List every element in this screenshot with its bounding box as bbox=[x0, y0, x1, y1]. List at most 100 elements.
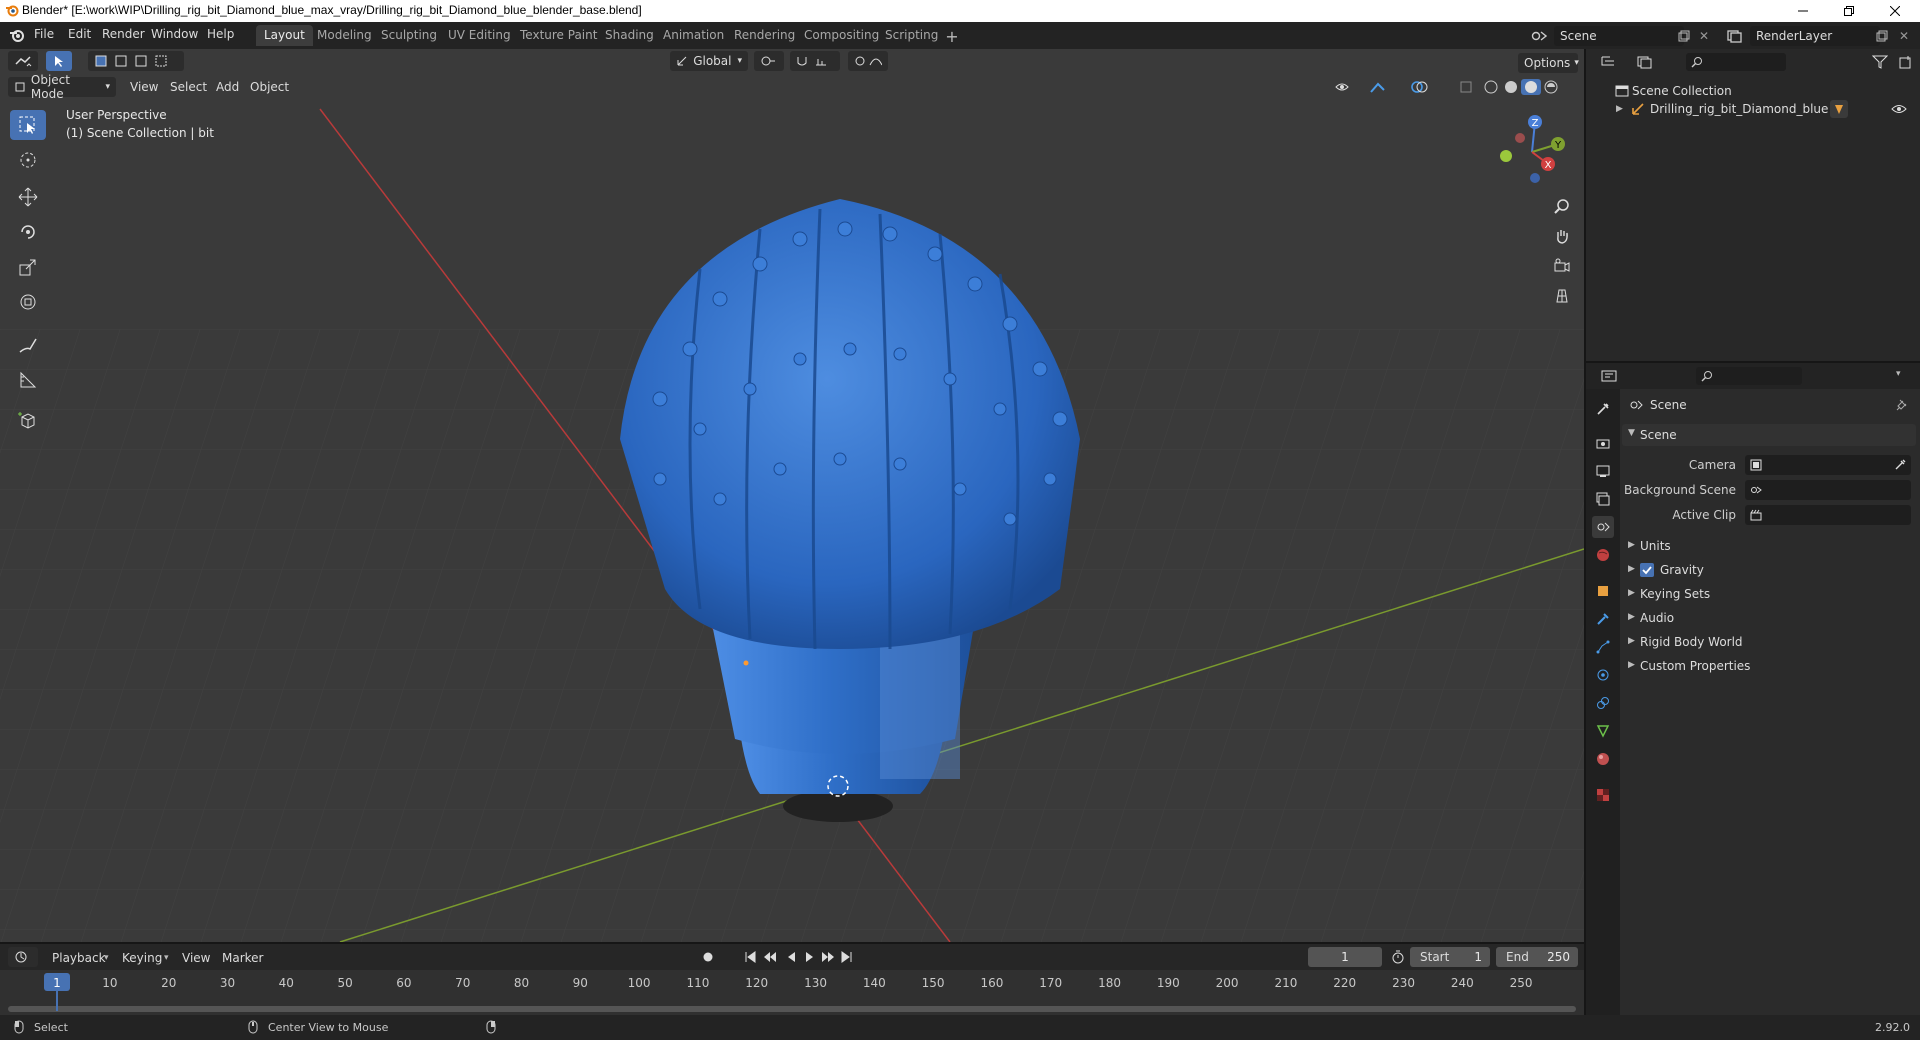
active-clip-field[interactable] bbox=[1745, 505, 1911, 525]
viewport-menu-view[interactable]: View bbox=[130, 80, 158, 94]
new-collection-icon[interactable] bbox=[1896, 53, 1916, 71]
new-scene-icon[interactable] bbox=[1676, 28, 1692, 44]
visibility-toggle-icon[interactable] bbox=[1330, 78, 1360, 96]
menu-file[interactable]: File bbox=[34, 27, 54, 41]
view-layer-tab-icon[interactable] bbox=[1592, 488, 1614, 510]
cursor-tool[interactable] bbox=[10, 145, 46, 175]
options-dropdown[interactable]: Options ▾ bbox=[1518, 53, 1579, 73]
outliner-editor-type-icon[interactable] bbox=[1594, 53, 1624, 71]
record-icon[interactable] bbox=[700, 949, 716, 965]
measure-tool[interactable] bbox=[10, 365, 46, 395]
add-cube-tool[interactable] bbox=[10, 405, 46, 435]
visibility-eye-icon[interactable] bbox=[1890, 100, 1908, 118]
viewport-menu-select[interactable]: Select bbox=[170, 80, 207, 94]
scale-tool[interactable] bbox=[10, 252, 46, 282]
viewport-menu-object[interactable]: Object bbox=[250, 80, 289, 94]
scene-icon[interactable] bbox=[1526, 27, 1552, 45]
scene-tab-icon[interactable] bbox=[1592, 516, 1614, 538]
outliner-scene-collection[interactable]: Scene Collection bbox=[1632, 84, 1732, 98]
tab-texture-paint[interactable]: Texture Paint bbox=[512, 25, 605, 46]
perspective-toggle-icon[interactable] bbox=[1552, 286, 1572, 306]
proportional-editing-button[interactable] bbox=[848, 51, 888, 71]
tab-modeling[interactable]: Modeling bbox=[309, 25, 380, 46]
menu-window[interactable]: Window bbox=[151, 27, 198, 41]
tab-shading[interactable]: Shading bbox=[597, 25, 662, 46]
chevron-down-icon[interactable]: ▾ bbox=[1896, 369, 1901, 379]
timeline-menu-keying[interactable]: Keying bbox=[122, 951, 162, 965]
object-data-icon[interactable] bbox=[1830, 100, 1848, 118]
annotate-tool[interactable] bbox=[10, 330, 46, 360]
tab-scripting[interactable]: Scripting bbox=[877, 25, 946, 46]
zoom-icon[interactable] bbox=[1552, 196, 1572, 216]
timeline-menu-playback[interactable]: Playback bbox=[52, 951, 106, 965]
transform-tool[interactable] bbox=[10, 287, 46, 317]
physics-tab-icon[interactable] bbox=[1592, 664, 1614, 686]
background-scene-field[interactable] bbox=[1745, 480, 1911, 500]
object-mode-dropdown[interactable]: Object Mode ▾ bbox=[8, 73, 116, 101]
camera-view-icon[interactable] bbox=[1552, 256, 1572, 276]
restore-button[interactable] bbox=[1826, 0, 1872, 22]
section-rigid-body-world[interactable]: ▶ Rigid Body World bbox=[1622, 632, 1916, 654]
menu-render[interactable]: Render bbox=[102, 27, 145, 41]
expand-arrow-icon[interactable]: ▶ bbox=[1616, 104, 1623, 114]
gizmo-toggle-icon[interactable] bbox=[1364, 78, 1394, 96]
start-frame-field[interactable]: Start 1 bbox=[1410, 947, 1490, 967]
navigation-gizmo[interactable]: Z Y X bbox=[1492, 112, 1572, 192]
section-audio[interactable]: ▶ Audio bbox=[1622, 608, 1916, 630]
tab-sculpting[interactable]: Sculpting bbox=[373, 25, 445, 46]
end-frame-field[interactable]: End 250 bbox=[1496, 947, 1578, 967]
view-layer-icon[interactable] bbox=[1722, 27, 1748, 45]
editor-type-button[interactable] bbox=[8, 51, 38, 71]
object-tab-icon[interactable] bbox=[1592, 580, 1614, 602]
properties-search-input[interactable] bbox=[1696, 367, 1802, 385]
pivot-point-button[interactable] bbox=[754, 51, 784, 71]
world-tab-icon[interactable] bbox=[1592, 544, 1614, 566]
section-keying-sets[interactable]: ▶ Keying Sets bbox=[1622, 584, 1916, 606]
pan-hand-icon[interactable] bbox=[1552, 226, 1572, 246]
minimize-button[interactable] bbox=[1780, 0, 1826, 22]
menu-edit[interactable]: Edit bbox=[68, 27, 91, 41]
3d-viewport[interactable] bbox=[0, 49, 1584, 942]
add-workspace-icon[interactable]: + bbox=[944, 27, 960, 46]
properties-editor-type-icon[interactable] bbox=[1594, 367, 1624, 385]
select-mode-button[interactable] bbox=[46, 51, 72, 71]
tool-tab-icon[interactable] bbox=[1592, 398, 1614, 420]
rotate-tool[interactable] bbox=[10, 217, 46, 247]
texture-tab-icon[interactable] bbox=[1592, 784, 1614, 806]
material-tab-icon[interactable] bbox=[1592, 748, 1614, 770]
overlays-toggle-icon[interactable] bbox=[1406, 78, 1436, 96]
section-units[interactable]: ▶ Units bbox=[1622, 536, 1916, 558]
display-mode-icon[interactable] bbox=[1630, 53, 1660, 71]
outliner-search-input[interactable] bbox=[1686, 53, 1786, 71]
view-layer-field[interactable]: RenderLayer bbox=[1750, 26, 1880, 46]
tab-layout[interactable]: Layout bbox=[256, 25, 313, 46]
xray-toggle-icon[interactable] bbox=[1456, 78, 1476, 96]
delete-scene-icon[interactable]: ✕ bbox=[1696, 28, 1712, 44]
snap-button[interactable] bbox=[790, 51, 840, 71]
tab-compositing[interactable]: Compositing bbox=[796, 25, 887, 46]
delete-view-layer-icon[interactable]: ✕ bbox=[1896, 28, 1912, 44]
constraints-tab-icon[interactable] bbox=[1592, 692, 1614, 714]
viewport-menu-add[interactable]: Add bbox=[216, 80, 239, 94]
outliner-object-name[interactable]: Drilling_rig_bit_Diamond_blue bbox=[1650, 102, 1828, 116]
eyedropper-icon[interactable] bbox=[1893, 458, 1907, 472]
blender-menu-icon[interactable] bbox=[8, 27, 26, 45]
scene-name-field[interactable]: Scene bbox=[1554, 26, 1684, 46]
section-gravity[interactable]: ▶ Gravity bbox=[1622, 560, 1916, 582]
render-tab-icon[interactable] bbox=[1592, 432, 1614, 454]
tab-animation[interactable]: Animation bbox=[655, 25, 732, 46]
current-frame-field[interactable]: 1 bbox=[1308, 947, 1382, 967]
data-tab-icon[interactable] bbox=[1592, 720, 1614, 742]
new-view-layer-icon[interactable] bbox=[1874, 28, 1890, 44]
move-tool[interactable] bbox=[10, 182, 46, 212]
shading-modes[interactable] bbox=[1480, 78, 1570, 96]
camera-field[interactable] bbox=[1745, 455, 1911, 475]
select-box-tool[interactable] bbox=[10, 110, 46, 140]
modifier-tab-icon[interactable] bbox=[1592, 608, 1614, 630]
collapse-arrow-icon[interactable]: ▼ bbox=[1628, 428, 1635, 438]
pin-icon[interactable] bbox=[1894, 397, 1910, 413]
section-custom-properties[interactable]: ▶ Custom Properties bbox=[1622, 656, 1916, 678]
transform-orientation-dropdown[interactable]: Global ▾ bbox=[670, 51, 748, 71]
selection-modes[interactable] bbox=[88, 51, 184, 71]
gravity-checkbox[interactable] bbox=[1640, 563, 1654, 577]
